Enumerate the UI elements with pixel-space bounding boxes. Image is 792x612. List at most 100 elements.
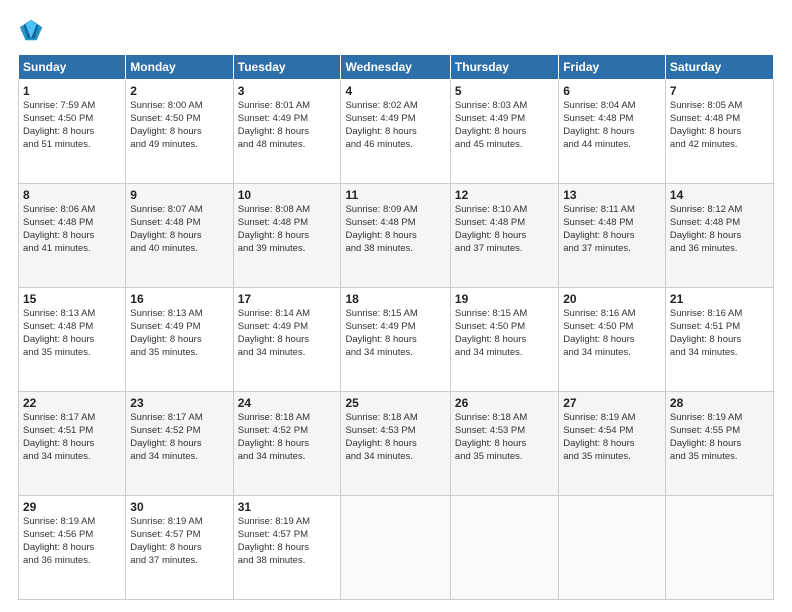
calendar-cell — [559, 496, 666, 600]
calendar-cell: 2Sunrise: 8:00 AM Sunset: 4:50 PM Daylig… — [126, 80, 233, 184]
calendar-cell: 17Sunrise: 8:14 AM Sunset: 4:49 PM Dayli… — [233, 288, 341, 392]
calendar-cell: 13Sunrise: 8:11 AM Sunset: 4:48 PM Dayli… — [559, 184, 666, 288]
day-info: Sunrise: 8:11 AM Sunset: 4:48 PM Dayligh… — [563, 204, 661, 255]
day-number: 27 — [563, 395, 661, 411]
day-info: Sunrise: 8:15 AM Sunset: 4:50 PM Dayligh… — [455, 308, 554, 359]
calendar-cell: 5Sunrise: 8:03 AM Sunset: 4:49 PM Daylig… — [450, 80, 558, 184]
calendar-cell — [450, 496, 558, 600]
day-info: Sunrise: 8:15 AM Sunset: 4:49 PM Dayligh… — [345, 308, 445, 359]
calendar-cell: 30Sunrise: 8:19 AM Sunset: 4:57 PM Dayli… — [126, 496, 233, 600]
day-number: 5 — [455, 83, 554, 99]
day-info: Sunrise: 8:19 AM Sunset: 4:57 PM Dayligh… — [130, 516, 228, 567]
day-number: 1 — [23, 83, 121, 99]
calendar-cell: 26Sunrise: 8:18 AM Sunset: 4:53 PM Dayli… — [450, 392, 558, 496]
calendar-cell: 16Sunrise: 8:13 AM Sunset: 4:49 PM Dayli… — [126, 288, 233, 392]
logo-icon — [18, 16, 46, 44]
day-info: Sunrise: 8:12 AM Sunset: 4:48 PM Dayligh… — [670, 204, 769, 255]
day-info: Sunrise: 8:01 AM Sunset: 4:49 PM Dayligh… — [238, 100, 337, 151]
calendar-header-thursday: Thursday — [450, 55, 558, 80]
calendar-header-friday: Friday — [559, 55, 666, 80]
calendar-cell: 23Sunrise: 8:17 AM Sunset: 4:52 PM Dayli… — [126, 392, 233, 496]
day-number: 6 — [563, 83, 661, 99]
page: SundayMondayTuesdayWednesdayThursdayFrid… — [0, 0, 792, 612]
calendar-cell: 1Sunrise: 7:59 AM Sunset: 4:50 PM Daylig… — [19, 80, 126, 184]
day-number: 12 — [455, 187, 554, 203]
calendar-week-row: 8Sunrise: 8:06 AM Sunset: 4:48 PM Daylig… — [19, 184, 774, 288]
calendar-cell: 4Sunrise: 8:02 AM Sunset: 4:49 PM Daylig… — [341, 80, 450, 184]
day-info: Sunrise: 8:08 AM Sunset: 4:48 PM Dayligh… — [238, 204, 337, 255]
day-info: Sunrise: 8:04 AM Sunset: 4:48 PM Dayligh… — [563, 100, 661, 151]
day-info: Sunrise: 8:05 AM Sunset: 4:48 PM Dayligh… — [670, 100, 769, 151]
day-info: Sunrise: 8:17 AM Sunset: 4:51 PM Dayligh… — [23, 412, 121, 463]
day-number: 31 — [238, 499, 337, 515]
day-number: 26 — [455, 395, 554, 411]
day-number: 13 — [563, 187, 661, 203]
day-number: 15 — [23, 291, 121, 307]
calendar-table: SundayMondayTuesdayWednesdayThursdayFrid… — [18, 54, 774, 600]
calendar-cell: 8Sunrise: 8:06 AM Sunset: 4:48 PM Daylig… — [19, 184, 126, 288]
day-info: Sunrise: 8:16 AM Sunset: 4:51 PM Dayligh… — [670, 308, 769, 359]
day-info: Sunrise: 8:16 AM Sunset: 4:50 PM Dayligh… — [563, 308, 661, 359]
day-info: Sunrise: 8:19 AM Sunset: 4:55 PM Dayligh… — [670, 412, 769, 463]
calendar-header-row: SundayMondayTuesdayWednesdayThursdayFrid… — [19, 55, 774, 80]
calendar-week-row: 29Sunrise: 8:19 AM Sunset: 4:56 PM Dayli… — [19, 496, 774, 600]
day-info: Sunrise: 8:19 AM Sunset: 4:56 PM Dayligh… — [23, 516, 121, 567]
calendar-cell: 21Sunrise: 8:16 AM Sunset: 4:51 PM Dayli… — [665, 288, 773, 392]
day-number: 28 — [670, 395, 769, 411]
day-info: Sunrise: 8:13 AM Sunset: 4:49 PM Dayligh… — [130, 308, 228, 359]
day-number: 22 — [23, 395, 121, 411]
calendar-header-sunday: Sunday — [19, 55, 126, 80]
day-number: 18 — [345, 291, 445, 307]
day-number: 16 — [130, 291, 228, 307]
day-number: 2 — [130, 83, 228, 99]
calendar-header-wednesday: Wednesday — [341, 55, 450, 80]
calendar-header-saturday: Saturday — [665, 55, 773, 80]
calendar-cell: 27Sunrise: 8:19 AM Sunset: 4:54 PM Dayli… — [559, 392, 666, 496]
day-number: 10 — [238, 187, 337, 203]
day-number: 9 — [130, 187, 228, 203]
calendar-header-tuesday: Tuesday — [233, 55, 341, 80]
day-info: Sunrise: 7:59 AM Sunset: 4:50 PM Dayligh… — [23, 100, 121, 151]
day-info: Sunrise: 8:18 AM Sunset: 4:52 PM Dayligh… — [238, 412, 337, 463]
logo — [18, 16, 50, 44]
day-info: Sunrise: 8:10 AM Sunset: 4:48 PM Dayligh… — [455, 204, 554, 255]
day-number: 8 — [23, 187, 121, 203]
day-number: 29 — [23, 499, 121, 515]
calendar-cell: 24Sunrise: 8:18 AM Sunset: 4:52 PM Dayli… — [233, 392, 341, 496]
day-number: 3 — [238, 83, 337, 99]
calendar-cell: 31Sunrise: 8:19 AM Sunset: 4:57 PM Dayli… — [233, 496, 341, 600]
day-info: Sunrise: 8:07 AM Sunset: 4:48 PM Dayligh… — [130, 204, 228, 255]
day-number: 24 — [238, 395, 337, 411]
header — [18, 16, 774, 44]
day-info: Sunrise: 8:19 AM Sunset: 4:57 PM Dayligh… — [238, 516, 337, 567]
day-info: Sunrise: 8:18 AM Sunset: 4:53 PM Dayligh… — [455, 412, 554, 463]
calendar-cell — [341, 496, 450, 600]
day-number: 19 — [455, 291, 554, 307]
calendar-cell: 25Sunrise: 8:18 AM Sunset: 4:53 PM Dayli… — [341, 392, 450, 496]
calendar-cell: 15Sunrise: 8:13 AM Sunset: 4:48 PM Dayli… — [19, 288, 126, 392]
day-number: 11 — [345, 187, 445, 203]
day-number: 20 — [563, 291, 661, 307]
day-info: Sunrise: 8:19 AM Sunset: 4:54 PM Dayligh… — [563, 412, 661, 463]
calendar-week-row: 15Sunrise: 8:13 AM Sunset: 4:48 PM Dayli… — [19, 288, 774, 392]
calendar-cell: 18Sunrise: 8:15 AM Sunset: 4:49 PM Dayli… — [341, 288, 450, 392]
day-info: Sunrise: 8:09 AM Sunset: 4:48 PM Dayligh… — [345, 204, 445, 255]
day-number: 17 — [238, 291, 337, 307]
day-info: Sunrise: 8:00 AM Sunset: 4:50 PM Dayligh… — [130, 100, 228, 151]
calendar-cell: 9Sunrise: 8:07 AM Sunset: 4:48 PM Daylig… — [126, 184, 233, 288]
calendar-cell: 22Sunrise: 8:17 AM Sunset: 4:51 PM Dayli… — [19, 392, 126, 496]
day-info: Sunrise: 8:02 AM Sunset: 4:49 PM Dayligh… — [345, 100, 445, 151]
calendar-cell: 11Sunrise: 8:09 AM Sunset: 4:48 PM Dayli… — [341, 184, 450, 288]
calendar-cell: 12Sunrise: 8:10 AM Sunset: 4:48 PM Dayli… — [450, 184, 558, 288]
day-info: Sunrise: 8:13 AM Sunset: 4:48 PM Dayligh… — [23, 308, 121, 359]
calendar-cell: 10Sunrise: 8:08 AM Sunset: 4:48 PM Dayli… — [233, 184, 341, 288]
calendar-cell: 7Sunrise: 8:05 AM Sunset: 4:48 PM Daylig… — [665, 80, 773, 184]
calendar-cell: 28Sunrise: 8:19 AM Sunset: 4:55 PM Dayli… — [665, 392, 773, 496]
day-info: Sunrise: 8:18 AM Sunset: 4:53 PM Dayligh… — [345, 412, 445, 463]
day-info: Sunrise: 8:03 AM Sunset: 4:49 PM Dayligh… — [455, 100, 554, 151]
day-number: 7 — [670, 83, 769, 99]
day-number: 30 — [130, 499, 228, 515]
day-info: Sunrise: 8:14 AM Sunset: 4:49 PM Dayligh… — [238, 308, 337, 359]
day-number: 21 — [670, 291, 769, 307]
calendar-cell: 6Sunrise: 8:04 AM Sunset: 4:48 PM Daylig… — [559, 80, 666, 184]
